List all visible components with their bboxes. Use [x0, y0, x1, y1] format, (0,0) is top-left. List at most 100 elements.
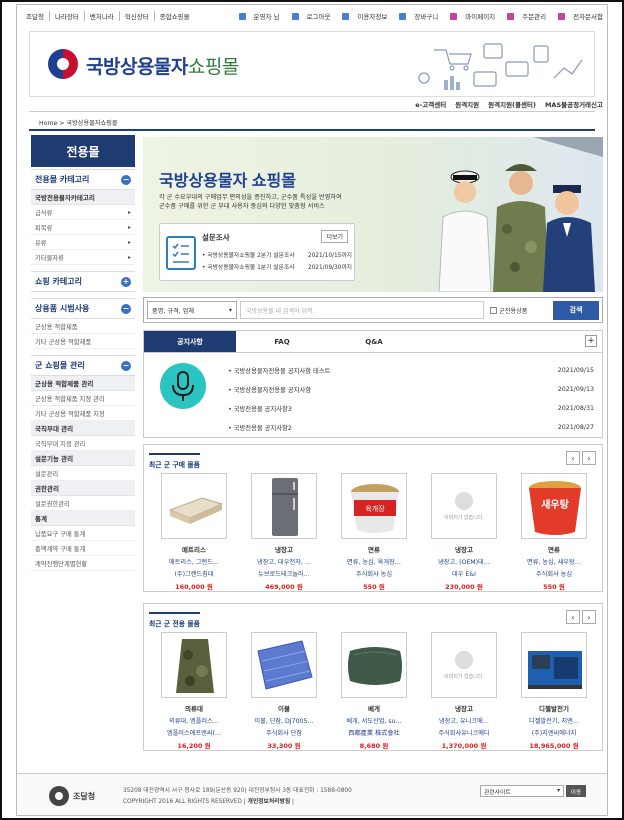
site-link[interactable]: 조달청: [21, 11, 50, 21]
top-menu-item[interactable]: 원격지원: [455, 99, 479, 109]
product-image[interactable]: 육개장: [341, 473, 407, 539]
user-menu-item[interactable]: 장바구니: [393, 11, 438, 21]
product-card[interactable]: 베개 베개, 서도산업, su… 西都產業 株式會社 8,680 원: [329, 632, 419, 750]
search-field-select[interactable]: 품명, 규격, 업체 ▾: [147, 301, 237, 319]
product-company[interactable]: 엠플러스에프앤씨(…: [167, 728, 221, 737]
product-image[interactable]: [161, 473, 227, 539]
product-card[interactable]: 새우탕 면류 면류, 농심, 새우탕… 주식회사 농심 550 원: [509, 473, 599, 591]
survey-more-button[interactable]: 더보기: [321, 230, 348, 243]
product-company[interactable]: 西都產業 株式會社: [348, 728, 399, 737]
user-menu-item[interactable]: 이용자정보: [336, 11, 387, 21]
survey-item[interactable]: • 국방상용물자쇼핑몰 1분기 설문조사 2021/09/30까지: [202, 262, 352, 271]
site-link[interactable]: 혁신장터: [120, 11, 155, 21]
user-menu-item[interactable]: 주문관리: [501, 11, 546, 21]
product-company[interactable]: 주식회사유니크메디: [438, 728, 489, 737]
product-card[interactable]: 육개장 면류 면류, 농심, 육개장… 주식회사 농심 550 원: [329, 473, 419, 591]
notice-row[interactable]: • 국방전용몰 공지사항3 2021/08/31: [228, 399, 594, 418]
chevron-right-icon[interactable]: ›: [582, 610, 596, 624]
go-button[interactable]: 이동: [566, 785, 586, 797]
top-menu-item[interactable]: 원격지원(콜센터): [488, 99, 536, 109]
sidebar-item[interactable]: 설문관리: [31, 466, 135, 481]
chevron-right-icon[interactable]: ›: [582, 451, 596, 465]
product-image[interactable]: 이미지가 없습니다.: [431, 632, 497, 698]
product-image[interactable]: 새우탕: [521, 473, 587, 539]
product-company[interactable]: (주)지엔씨에너지: [532, 728, 577, 737]
product-card[interactable]: 이불 이불, 단잠, DJ7005… 주식회사 단잠 33,300 원: [239, 632, 329, 750]
minus-icon[interactable]: −: [121, 360, 131, 371]
product-name[interactable]: 면류, 농심, 새우탕…: [527, 557, 581, 566]
tab-notice[interactable]: 공지사항: [144, 331, 236, 352]
product-card[interactable]: 의류대 의류대, 엠플러스… 엠플러스에프앤씨(… 16,200 원: [149, 632, 239, 750]
product-name[interactable]: 이불, 단잠, DJ7005…: [254, 716, 313, 725]
sidebar-item[interactable]: 계약진행단계별현황: [31, 556, 135, 571]
government-logo-icon[interactable]: [48, 49, 78, 79]
site-logo[interactable]: 국방상용물자쇼핑몰: [86, 52, 239, 79]
minus-icon[interactable]: −: [121, 174, 131, 185]
chevron-left-icon[interactable]: ‹: [566, 451, 580, 465]
user-menu-item[interactable]: 전자문서함: [552, 11, 603, 21]
product-image[interactable]: [341, 632, 407, 698]
notice-title[interactable]: • 국방상용물자전용몰 공지사항 테스트: [228, 366, 330, 375]
notice-more-button[interactable]: +: [585, 335, 597, 347]
sidebar-item[interactable]: 국직부대 지정 관리: [31, 436, 135, 451]
user-menu-item[interactable]: 마이페이지: [444, 11, 495, 21]
privacy-policy-link[interactable]: 개인정보처리방침: [247, 799, 290, 805]
notice-row[interactable]: • 국방전용몰 공지사항2 2021/08/27: [228, 418, 594, 437]
site-link[interactable]: 나라장터: [50, 11, 85, 21]
checkbox-box[interactable]: [490, 306, 497, 314]
product-company[interactable]: 뉴브로드테크놀러…: [258, 569, 310, 578]
survey-item[interactable]: • 국방상용물자쇼핑몰 2분기 설문조사 2021/10/15까지: [202, 250, 352, 259]
product-name[interactable]: 의류대, 엠플러스…: [169, 716, 219, 725]
product-name[interactable]: 면류, 농심, 육개장…: [347, 557, 401, 566]
product-name[interactable]: 매트리스, 그랜드…: [169, 557, 219, 566]
tab-faq[interactable]: FAQ: [236, 331, 328, 352]
survey-item-title[interactable]: • 국방상용물자쇼핑몰 1분기 설문조사: [202, 262, 295, 271]
sidebar-item[interactable]: 기타 군상용 적합제품: [31, 334, 135, 349]
minus-icon[interactable]: −: [121, 303, 131, 314]
related-sites-select[interactable]: 관련사이트 ▾: [480, 785, 564, 797]
product-name[interactable]: 디젤발전기, 지엔…: [529, 716, 579, 725]
product-card[interactable]: 매트리스 매트리스, 그랜드… (주)그랜드침대 160,000 원: [149, 473, 239, 591]
product-company[interactable]: 주식회사 농심: [536, 569, 572, 578]
sidebar-item[interactable]: 군상용 적합제품 지정 관리: [31, 391, 135, 406]
tab-qna[interactable]: Q&A: [328, 331, 420, 352]
top-menu-item[interactable]: MAS불공정거래신고: [545, 99, 603, 109]
user-menu-item[interactable]: 운영자 님: [233, 11, 280, 21]
user-menu-item[interactable]: 로그아웃: [286, 11, 330, 21]
product-image[interactable]: 이미지가 없습니다.: [431, 473, 497, 539]
sidebar-item[interactable]: 납품요구 구매 통계: [31, 526, 135, 541]
plus-icon[interactable]: +: [121, 276, 131, 287]
product-card[interactable]: 냉장고 냉장고, 대우전자, … 뉴브로드테크놀러… 469,000 원: [239, 473, 329, 591]
site-link[interactable]: 종합쇼핑몰: [155, 11, 195, 21]
sidebar-head-category[interactable]: 전용몰 카테고리 −: [31, 169, 135, 190]
product-name[interactable]: 냉장고, 유니크메…: [439, 716, 489, 725]
site-link[interactable]: 벤처나라: [85, 11, 120, 21]
sidebar-item[interactable]: 설문권한관리: [31, 496, 135, 511]
notice-title[interactable]: • 국방전용몰 공지사항2: [228, 423, 292, 432]
military-only-checkbox[interactable]: 군전용상품: [490, 306, 527, 315]
top-menu-item[interactable]: e-고객센터: [415, 99, 446, 109]
product-card[interactable]: 디젤발전기 디젤발전기, 지엔… (주)지엔씨에너지 18,965,000 원: [509, 632, 599, 750]
product-company[interactable]: (주)그랜드침대: [175, 569, 214, 578]
survey-item-title[interactable]: • 국방상용물자쇼핑몰 2분기 설문조사: [202, 250, 295, 259]
search-button[interactable]: 검색: [553, 300, 599, 320]
product-name[interactable]: 냉장고, (OEM)대…: [438, 557, 490, 566]
notice-row[interactable]: • 국방상용물자전용몰 공지사항 2021/09/13: [228, 380, 594, 399]
sidebar-item[interactable]: 군상용 적합제품: [31, 319, 135, 334]
product-company[interactable]: 주식회사 농심: [356, 569, 392, 578]
sidebar-head-shopping[interactable]: 쇼핑 카테고리 +: [31, 271, 135, 292]
sidebar-item[interactable]: 총액계약 구매 통계: [31, 541, 135, 556]
sidebar-head-trial[interactable]: 상용품 시범사용 −: [31, 298, 135, 319]
product-image[interactable]: [251, 473, 317, 539]
sidebar-item[interactable]: 기타물자류 ▸: [31, 250, 135, 265]
sidebar-item[interactable]: 피복류 ▸: [31, 220, 135, 235]
product-company[interactable]: 대우 E&I: [452, 569, 476, 578]
notice-row[interactable]: • 국방상용물자전용몰 공지사항 테스트 2021/09/15: [228, 361, 594, 380]
product-name[interactable]: 베개, 서도산업, su…: [346, 716, 401, 725]
product-card[interactable]: 이미지가 없습니다. 냉장고 냉장고, 유니크메… 주식회사유니크메디 1,370,00…: [419, 632, 509, 750]
notice-title[interactable]: • 국방전용몰 공지사항3: [228, 404, 292, 413]
sidebar-head-admin[interactable]: 군 쇼핑몰 관리 −: [31, 355, 135, 376]
sidebar-item[interactable]: 유류 ▸: [31, 235, 135, 250]
product-name[interactable]: 냉장고, 대우전자, …: [257, 557, 311, 566]
product-company[interactable]: 주식회사 단잠: [266, 728, 302, 737]
